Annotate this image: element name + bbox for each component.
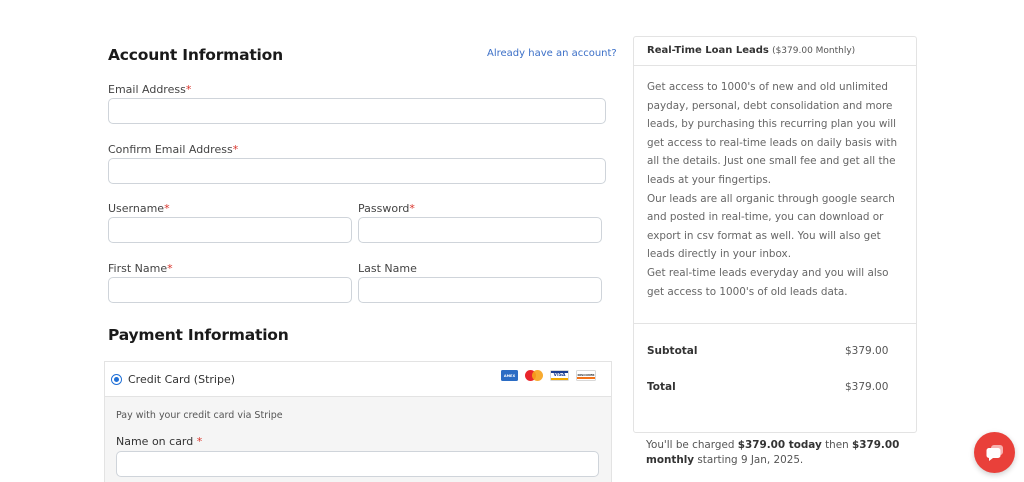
charge-suffix: starting 9 Jan, 2025. [697,453,804,466]
charge-today: $379.00 today [737,439,822,451]
required-mark: * [232,143,239,156]
mastercard-icon [525,370,543,381]
confirm-email-field[interactable] [108,158,606,184]
description-paragraph: Our leads are all organic through google… [647,192,895,261]
login-link[interactable]: Already have an account? [487,48,617,59]
required-mark: * [185,83,192,96]
charge-notice: You'll be charged $379.00 today then $37… [646,438,916,467]
account-section-title: Account Information [108,46,283,64]
first-name-field[interactable] [108,277,352,303]
password-label: Password* [358,202,415,215]
subtotal-value: $379.00 [845,345,889,357]
required-mark: * [409,202,415,215]
username-label-text: Username [108,202,165,215]
first-name-label-text: First Name [108,262,168,275]
total-value: $379.00 [845,381,889,393]
last-name-field[interactable] [358,277,602,303]
chat-widget-button[interactable] [974,432,1015,473]
required-mark: * [196,435,203,448]
payment-method-details: Pay with your credit card via Stripe Nam… [105,397,611,482]
product-title: Real-Time Loan Leads ($379.00 Monthly) [647,45,855,56]
order-summary-header: Real-Time Loan Leads ($379.00 Monthly) [634,37,916,66]
chat-bubble-icon [986,445,1003,461]
username-field[interactable] [108,217,352,243]
last-name-label: Last Name [358,262,417,275]
payment-method-box: Credit Card (Stripe) AMEX VISA DISCOVER … [104,361,612,482]
subtotal-label: Subtotal [647,345,698,357]
confirm-email-label-text: Confirm Email Address [108,143,233,156]
amex-text: AMEX [503,373,516,378]
amex-icon: AMEX [501,370,518,381]
product-name: Real-Time Loan Leads [647,45,769,56]
description-paragraph: Get real-time leads everyday and you wil… [647,266,889,298]
payment-section-title: Payment Information [108,326,289,344]
credit-card-radio[interactable] [111,374,122,385]
visa-icon: VISA [550,370,569,381]
email-label: Email Address* [108,83,191,96]
confirm-email-label: Confirm Email Address* [108,143,238,156]
card-brands: AMEX VISA DISCOVER [501,370,596,381]
name-on-card-label-text: Name on card [116,435,194,448]
discover-icon: DISCOVER [576,370,596,381]
password-field[interactable] [358,217,602,243]
product-description: Get access to 1000's of new and old unli… [634,66,916,324]
name-on-card-field[interactable] [116,451,599,477]
total-label: Total [647,381,676,393]
payment-note: Pay with your credit card via Stripe [116,410,283,421]
username-label: Username* [108,202,170,215]
charge-prefix: You'll be charged [646,439,735,451]
required-mark: * [164,202,170,215]
required-mark: * [167,262,173,275]
product-price-note: ($379.00 Monthly) [772,46,856,56]
description-paragraph: Get access to 1000's of new and old unli… [647,81,898,186]
first-name-label: First Name* [108,262,173,275]
order-summary-card: Real-Time Loan Leads ($379.00 Monthly) G… [633,36,917,433]
payment-method-option[interactable]: Credit Card (Stripe) AMEX VISA DISCOVER [105,362,611,397]
email-label-text: Email Address [108,83,186,96]
payment-method-label: Credit Card (Stripe) [128,373,236,386]
password-label-text: Password [358,202,410,215]
charge-mid: then [825,439,849,451]
name-on-card-label: Name on card * [116,435,202,448]
email-field[interactable] [108,98,606,124]
